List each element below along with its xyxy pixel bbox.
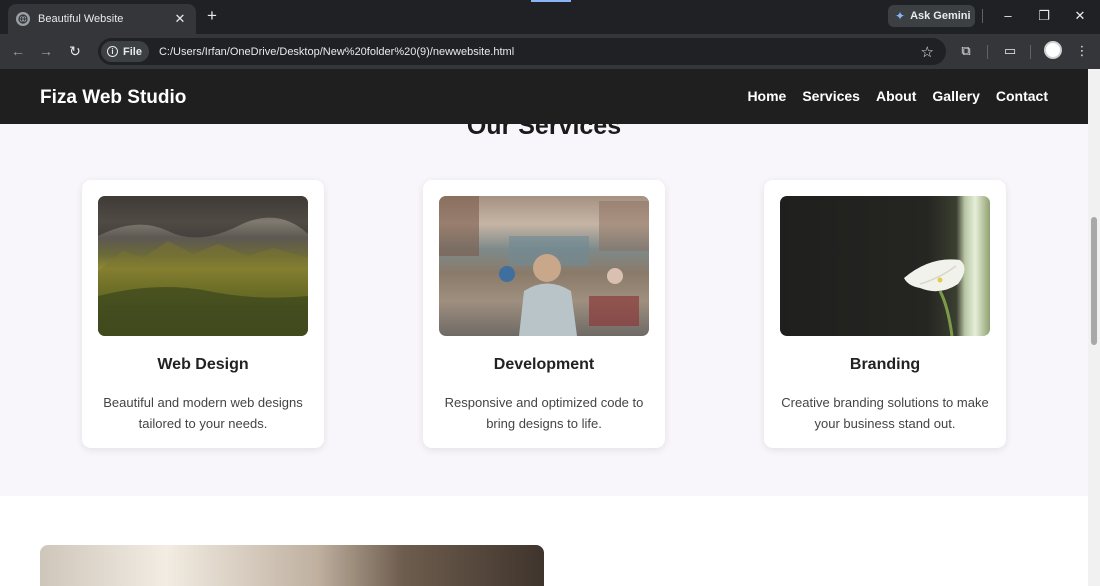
main-nav: Home Services About Gallery Contact xyxy=(747,88,1048,104)
tab-title: Beautiful Website xyxy=(38,13,124,25)
card-description: Responsive and optimized code to bring d… xyxy=(444,395,644,431)
minimize-icon[interactable]: – xyxy=(996,5,1020,27)
site-logo[interactable]: Fiza Web Studio xyxy=(40,87,186,109)
card-description: Beautiful and modern web designs tailore… xyxy=(103,395,303,431)
url-text[interactable]: C:/Users/Irfan/OneDrive/Desktop/New%20fo… xyxy=(159,46,921,58)
service-card-development: Development Responsive and optimized cod… xyxy=(423,180,665,448)
forward-arrow-icon[interactable]: → xyxy=(35,40,57,62)
reload-icon[interactable]: ↻ xyxy=(64,40,86,62)
site-header: Fiza Web Studio Home Services About Gall… xyxy=(0,69,1088,124)
divider xyxy=(987,45,988,59)
sparkle-icon: ✦ xyxy=(895,9,906,23)
service-card-branding: Branding Creative branding solutions to … xyxy=(764,180,1006,448)
close-window-icon[interactable]: ✕ xyxy=(1068,5,1092,27)
nav-gallery[interactable]: Gallery xyxy=(932,88,979,104)
service-card-web-design: Web Design Beautiful and modern web desi… xyxy=(82,180,324,448)
address-bar[interactable]: i File C:/Users/Irfan/OneDrive/Desktop/N… xyxy=(98,38,946,65)
browser-tab[interactable]: Beautiful Website ✕ xyxy=(8,4,196,34)
flower-image xyxy=(780,196,990,336)
nav-services[interactable]: Services xyxy=(802,88,860,104)
scrollbar-thumb[interactable] xyxy=(1091,217,1097,345)
extensions-icon[interactable]: ⧉ xyxy=(955,40,977,62)
ask-gemini-button[interactable]: ✦ Ask Gemini xyxy=(888,5,975,27)
restore-icon[interactable]: ❐ xyxy=(1032,5,1056,27)
gallery-image xyxy=(40,545,544,586)
tab-strip-indicator xyxy=(531,0,571,2)
card-title: Branding xyxy=(849,356,921,373)
site-info-chip[interactable]: i File xyxy=(101,41,149,62)
street-photo-image xyxy=(439,196,649,336)
globe-icon xyxy=(16,12,30,26)
close-icon[interactable]: ✕ xyxy=(172,11,188,27)
avatar[interactable] xyxy=(1044,41,1062,59)
back-arrow-icon[interactable]: ← xyxy=(7,40,29,62)
mountain-image xyxy=(98,196,308,336)
services-section: Our Services Web Design Beautiful and mo… xyxy=(0,69,1088,496)
info-icon: i xyxy=(107,46,118,57)
card-title: Development xyxy=(493,356,595,373)
card-title: Web Design xyxy=(157,356,249,373)
nav-home[interactable]: Home xyxy=(747,88,786,104)
nav-contact[interactable]: Contact xyxy=(996,88,1048,104)
browser-toolbar: ← → ↻ i File C:/Users/Irfan/OneDrive/Des… xyxy=(0,34,1100,69)
more-icon[interactable]: ⋮ xyxy=(1071,40,1093,62)
page-viewport: Our Services Web Design Beautiful and mo… xyxy=(0,69,1088,586)
card-description: Creative branding solutions to make your… xyxy=(781,395,989,431)
cast-icon[interactable]: ▭ xyxy=(999,40,1021,62)
vertical-scrollbar[interactable] xyxy=(1088,69,1100,586)
browser-tab-bar: Beautiful Website ✕ + ✦ Ask Gemini – ❐ ✕ xyxy=(0,0,1100,34)
divider xyxy=(982,9,983,23)
file-chip-label: File xyxy=(123,45,142,58)
plus-icon[interactable]: + xyxy=(203,6,221,26)
ask-gemini-label: Ask Gemini xyxy=(910,10,971,22)
star-icon[interactable]: ☆ xyxy=(921,43,934,61)
divider xyxy=(1030,45,1031,59)
nav-about[interactable]: About xyxy=(876,88,916,104)
